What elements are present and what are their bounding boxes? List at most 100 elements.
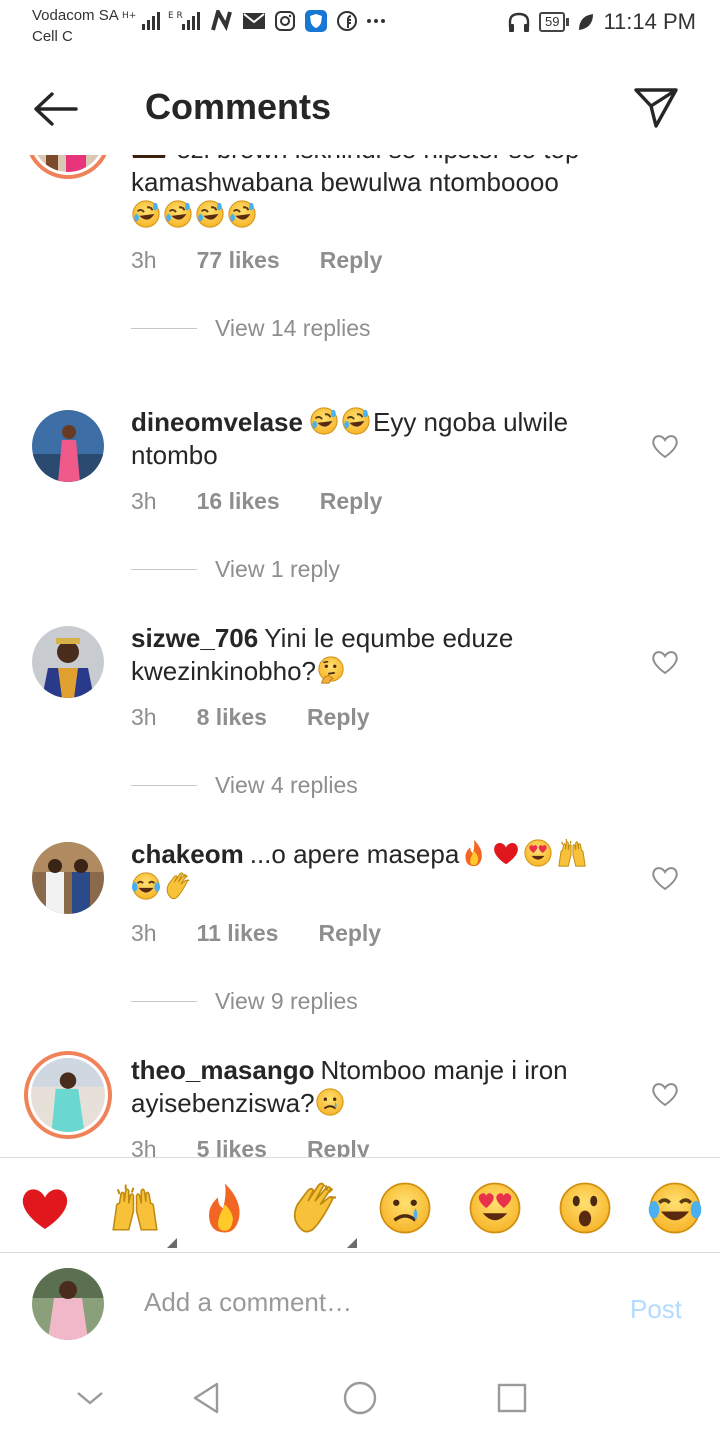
post-button[interactable]: Post xyxy=(630,1294,682,1325)
comment-time: 3h xyxy=(131,1136,157,1157)
rofl-icon xyxy=(227,199,257,229)
likes-count[interactable]: 77 likes xyxy=(197,247,280,274)
fire-icon xyxy=(459,838,489,868)
rofl-icon xyxy=(309,406,339,436)
tears-of-joy-icon xyxy=(131,871,161,901)
heart-eyes-icon xyxy=(523,838,553,868)
comment-meta: 3h 11 likes Reply xyxy=(131,920,381,947)
fire-icon xyxy=(197,1180,253,1236)
hide-nav-button[interactable] xyxy=(68,1376,112,1420)
raising-hands-icon xyxy=(107,1180,163,1236)
avatar[interactable] xyxy=(25,155,111,179)
comment-input[interactable] xyxy=(144,1280,604,1324)
battery-level: 59 xyxy=(538,12,566,32)
thinking-face-icon xyxy=(316,655,346,685)
like-heart-icon[interactable] xyxy=(650,864,680,892)
square-recents-icon xyxy=(497,1383,527,1413)
reaction-heart-eyes[interactable] xyxy=(467,1180,523,1236)
paper-plane-icon xyxy=(634,88,678,128)
rofl-icon xyxy=(195,199,225,229)
recents-nav-button[interactable] xyxy=(490,1376,534,1420)
more-notifications-icon xyxy=(367,19,385,23)
red-heart-icon xyxy=(491,838,521,868)
reaction-clapping-hands[interactable] xyxy=(287,1180,357,1248)
mail-icon xyxy=(243,13,265,29)
headphones-icon xyxy=(508,12,530,32)
tears-of-joy-icon xyxy=(647,1180,703,1236)
comment-time: 3h xyxy=(131,488,157,514)
avatar-photo xyxy=(32,155,104,172)
page-title: Comments xyxy=(145,86,332,127)
signal-icon: H+ xyxy=(122,11,160,30)
chevron-down-icon xyxy=(77,1392,103,1405)
view-replies-label: View 4 replies xyxy=(215,772,358,798)
like-heart-icon[interactable] xyxy=(650,648,680,676)
reaction-astonished-face[interactable] xyxy=(557,1180,613,1236)
comment-username[interactable]: chakeom xyxy=(131,839,244,869)
crying-face-icon xyxy=(315,1087,345,1117)
reaction-tears-of-joy[interactable] xyxy=(647,1180,703,1236)
like-heart-icon[interactable] xyxy=(650,1080,680,1108)
share-button[interactable] xyxy=(628,82,684,134)
rofl-icon xyxy=(341,406,371,436)
avatar-photo xyxy=(32,842,104,914)
avatar[interactable] xyxy=(32,842,104,914)
reply-button[interactable]: Reply xyxy=(320,488,383,515)
heart-eyes-icon xyxy=(467,1180,523,1236)
comment-username[interactable]: dineomvelase xyxy=(131,407,303,437)
back-button[interactable] xyxy=(26,84,86,134)
comment-body: ezi brown iskhindi se hipster so top kam… xyxy=(131,155,579,197)
reply-button[interactable]: Reply xyxy=(320,247,383,274)
comment-username[interactable]: theo_masango xyxy=(131,1055,315,1085)
view-replies-button[interactable]: View 14 replies xyxy=(131,315,371,342)
reply-button[interactable]: Reply xyxy=(318,920,381,947)
rofl-icon xyxy=(131,199,161,229)
raising-hands-icon xyxy=(555,838,589,868)
likes-count[interactable]: 11 likes xyxy=(197,920,279,947)
comment-body: ...o apere masepa xyxy=(249,839,460,869)
comment-list[interactable]: ezi brown iskhindi se hipster so top kam… xyxy=(0,155,720,1157)
reaction-fire[interactable] xyxy=(197,1180,253,1236)
avatar-photo xyxy=(32,626,104,698)
comment-text: theo_masango Ntomboo manje i iron ayisebe… xyxy=(131,1054,631,1120)
comments-header: Comments xyxy=(0,60,720,155)
comment-meta: 3h 8 likes Reply xyxy=(131,704,370,731)
home-nav-button[interactable] xyxy=(338,1376,382,1420)
battery-tip xyxy=(566,18,570,26)
reaction-raising-hands[interactable] xyxy=(107,1180,177,1248)
view-replies-button[interactable]: View 1 reply xyxy=(131,556,340,583)
shield-icon xyxy=(305,10,327,32)
comment-time: 3h xyxy=(131,704,157,730)
likes-count[interactable]: 16 likes xyxy=(197,488,280,515)
view-replies-button[interactable]: View 9 replies xyxy=(131,988,358,1015)
signal-roaming-icon: E R xyxy=(168,11,200,30)
likes-count[interactable]: 8 likes xyxy=(197,704,267,731)
view-replies-label: View 1 reply xyxy=(215,556,340,582)
back-nav-button[interactable] xyxy=(184,1376,228,1420)
system-nav-bar xyxy=(0,1358,720,1440)
reply-button[interactable]: Reply xyxy=(307,1136,370,1157)
reaction-red-heart[interactable] xyxy=(17,1180,73,1236)
divider xyxy=(131,785,197,786)
likes-count[interactable]: 5 likes xyxy=(197,1136,267,1157)
like-heart-icon[interactable] xyxy=(650,432,680,460)
view-replies-button[interactable]: View 4 replies xyxy=(131,772,358,799)
carrier-info: Vodacom SA Cell C xyxy=(32,5,119,47)
comment-text: sizwe_706 Yini le equmbe eduze kwezinkino… xyxy=(131,622,631,688)
comment-username[interactable]: sizwe_706 xyxy=(131,623,258,653)
svg-text:E R: E R xyxy=(168,11,183,21)
quick-reactions-bar xyxy=(0,1157,720,1253)
rofl-icon xyxy=(163,199,193,229)
avatar[interactable] xyxy=(32,626,104,698)
reply-button[interactable]: Reply xyxy=(307,704,370,731)
comment-meta: 3h 77 likes Reply xyxy=(131,247,382,274)
clapping-hands-icon xyxy=(163,871,193,901)
astonished-face-icon xyxy=(557,1180,613,1236)
avatar[interactable] xyxy=(32,410,104,482)
comment-meta: 3h 5 likes Reply xyxy=(131,1136,370,1157)
view-replies-label: View 9 replies xyxy=(215,988,358,1014)
clapping-hands-icon xyxy=(287,1180,343,1236)
avatar[interactable] xyxy=(24,1051,112,1139)
reaction-crying-face[interactable] xyxy=(377,1180,433,1236)
avatar-photo xyxy=(31,1058,105,1132)
